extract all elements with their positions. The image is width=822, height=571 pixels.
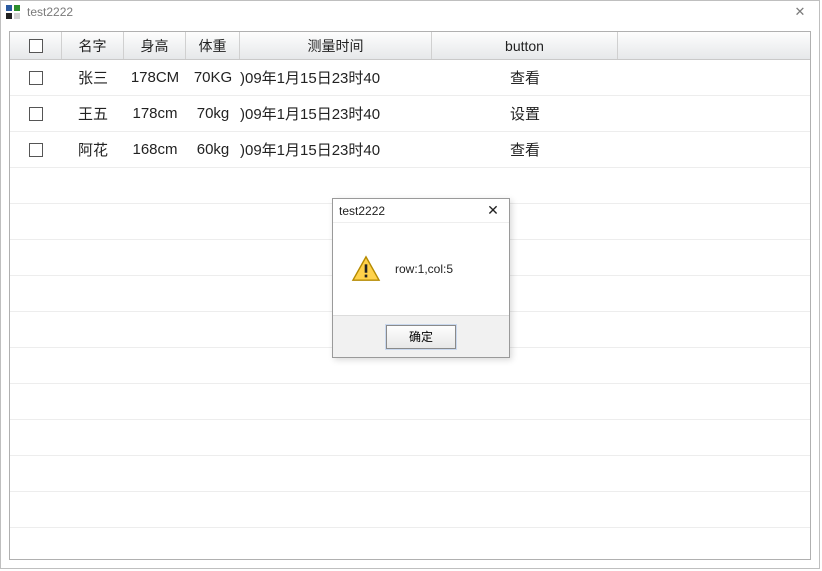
dialog-ok-label: 确定: [409, 328, 433, 345]
dialog-footer: 确定: [333, 315, 509, 357]
dialog-close-button[interactable]: ✕: [483, 202, 503, 219]
message-dialog: test2222 ✕ row:1,col:5 确定: [332, 198, 510, 358]
cell-name: 张三: [62, 60, 124, 95]
header-weight[interactable]: 体重: [186, 32, 240, 59]
titlebar: test2222 ✕: [1, 1, 819, 23]
cell-name: 王五: [62, 96, 124, 131]
table-row[interactable]: 阿花 168cm 60kg )09年1月15日23时40 查看: [10, 132, 810, 168]
header-time[interactable]: 测量时间: [240, 32, 432, 59]
dialog-body: row:1,col:5: [333, 223, 509, 315]
cell-height: 168cm: [124, 132, 186, 167]
empty-row: [10, 384, 810, 420]
cell-button[interactable]: 查看: [432, 60, 618, 95]
dialog-title: test2222: [339, 204, 483, 218]
header-name[interactable]: 名字: [62, 32, 124, 59]
dialog-message: row:1,col:5: [395, 262, 453, 276]
cell-button-label: 设置: [510, 103, 540, 124]
cell-time: )09年1月15日23时40: [240, 96, 432, 131]
header-button[interactable]: button: [432, 32, 618, 59]
cell-button-label: 查看: [510, 139, 540, 160]
empty-row: [10, 492, 810, 528]
cell-height: 178cm: [124, 96, 186, 131]
cell-button[interactable]: 查看: [432, 132, 618, 167]
cell-name: 阿花: [62, 132, 124, 167]
row-checkbox[interactable]: [29, 71, 43, 85]
row-checkbox-cell: [10, 132, 62, 167]
grid-header: 名字 身高 体重 测量时间 button: [10, 32, 810, 60]
dialog-titlebar: test2222 ✕: [333, 199, 509, 223]
warning-icon: [351, 255, 381, 283]
header-checkbox[interactable]: [29, 39, 43, 53]
table-row[interactable]: 张三 178CM 70KG )09年1月15日23时40 查看: [10, 60, 810, 96]
header-spacer: [618, 32, 810, 59]
header-checkbox-cell: [10, 32, 62, 59]
cell-time: )09年1月15日23时40: [240, 132, 432, 167]
cell-button-label: 查看: [510, 67, 540, 88]
empty-row: [10, 528, 810, 560]
cell-height: 178CM: [124, 60, 186, 95]
window-title: test2222: [27, 5, 785, 19]
row-checkbox[interactable]: [29, 107, 43, 121]
app-icon: [5, 4, 21, 20]
empty-row: [10, 456, 810, 492]
row-checkbox-cell: [10, 60, 62, 95]
cell-weight: 60kg: [186, 132, 240, 167]
window-close-button[interactable]: ✕: [785, 4, 815, 20]
row-checkbox-cell: [10, 96, 62, 131]
app-window: test2222 ✕ 名字 身高 体重 测量时间 button: [0, 0, 820, 569]
cell-weight: 70kg: [186, 96, 240, 131]
header-height[interactable]: 身高: [124, 32, 186, 59]
empty-row: [10, 420, 810, 456]
dialog-ok-button[interactable]: 确定: [386, 325, 456, 349]
cell-time: )09年1月15日23时40: [240, 60, 432, 95]
cell-weight: 70KG: [186, 60, 240, 95]
cell-button[interactable]: 设置: [432, 96, 618, 131]
table-row[interactable]: 王五 178cm 70kg )09年1月15日23时40 设置: [10, 96, 810, 132]
row-checkbox[interactable]: [29, 143, 43, 157]
